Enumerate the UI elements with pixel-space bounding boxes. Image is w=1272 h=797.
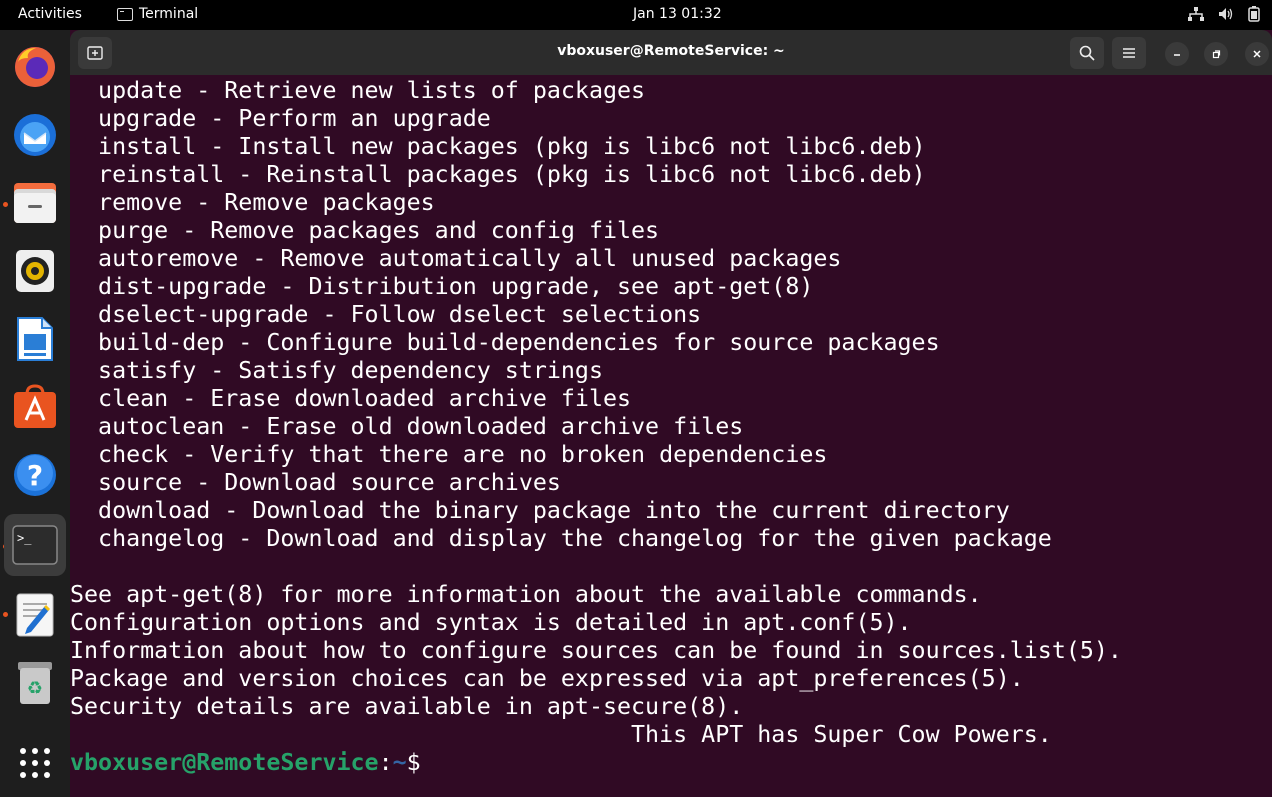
- svg-text:?: ?: [27, 459, 43, 492]
- shell-prompt[interactable]: vboxuser@RemoteService:~$: [70, 749, 1272, 777]
- hamburger-icon: [1123, 48, 1135, 58]
- terminal-line: reinstall - Reinstall packages (pkg is l…: [70, 161, 926, 188]
- terminal-line: dselect-upgrade - Follow dselect selecti…: [70, 301, 702, 328]
- terminal-line: See apt-get(8) for more information abou…: [70, 581, 982, 608]
- files-icon[interactable]: [10, 178, 60, 228]
- title-bar[interactable]: vboxuser@RemoteService: ~: [70, 30, 1272, 75]
- terminal-line: remove - Remove packages: [70, 189, 435, 216]
- terminal-line: build-dep - Configure build-dependencies…: [70, 329, 940, 356]
- prompt-user: vboxuser@RemoteService: [70, 749, 379, 776]
- app-menu[interactable]: Terminal: [117, 6, 198, 22]
- terminal-app-icon: [117, 7, 133, 21]
- terminal-line: source - Download source archives: [70, 469, 561, 496]
- maximize-button[interactable]: [1204, 42, 1228, 66]
- show-apps-icon[interactable]: [10, 738, 60, 788]
- terminal-dock-icon[interactable]: >_: [4, 514, 66, 576]
- system-tray[interactable]: [1188, 6, 1260, 26]
- prompt-path: ~: [392, 749, 407, 776]
- libreoffice-writer-icon[interactable]: [10, 314, 60, 364]
- terminal-line: changelog - Download and display the cha…: [70, 525, 1052, 552]
- text-editor-icon[interactable]: [10, 590, 60, 640]
- volume-icon[interactable]: [1218, 7, 1234, 25]
- terminal-line: Configuration options and syntax is deta…: [70, 609, 912, 636]
- dock: ? >_ ♻: [0, 30, 70, 797]
- battery-icon[interactable]: [1248, 6, 1260, 26]
- thunderbird-icon[interactable]: [10, 110, 60, 160]
- close-button[interactable]: [1245, 42, 1269, 66]
- search-icon: [1079, 45, 1095, 61]
- network-icon[interactable]: [1188, 7, 1204, 25]
- svg-text:♻: ♻: [27, 678, 43, 699]
- firefox-icon[interactable]: [10, 42, 60, 92]
- search-button[interactable]: [1070, 37, 1104, 69]
- terminal-line: check - Verify that there are no broken …: [70, 441, 828, 468]
- terminal-line: Information about how to configure sourc…: [70, 637, 1122, 664]
- svg-text:>_: >_: [17, 531, 32, 545]
- activities-button[interactable]: Activities: [18, 6, 82, 22]
- terminal-line: autoremove - Remove automatically all un…: [70, 245, 842, 272]
- terminal-line: Package and version choices can be expre…: [70, 665, 1024, 692]
- terminal-line: autoclean - Erase old downloaded archive…: [70, 413, 744, 440]
- help-icon[interactable]: ?: [10, 450, 60, 500]
- running-indicator: [3, 612, 8, 617]
- terminal-window: vboxuser@RemoteService: ~ update - Retri…: [70, 30, 1272, 797]
- menu-button[interactable]: [1112, 37, 1146, 69]
- prompt-separator: :: [378, 749, 393, 776]
- terminal-line: update - Retrieve new lists of packages: [70, 77, 646, 104]
- top-bar: Activities Terminal Jan 13 01:32: [0, 0, 1272, 30]
- rhythmbox-icon[interactable]: [10, 246, 60, 296]
- trash-icon[interactable]: ♻: [10, 658, 60, 708]
- clock[interactable]: Jan 13 01:32: [633, 6, 722, 22]
- terminal-line: dist-upgrade - Distribution upgrade, see…: [70, 273, 814, 300]
- app-center-icon[interactable]: [10, 382, 60, 432]
- terminal-line: purge - Remove packages and config files: [70, 217, 660, 244]
- terminal-line: install - Install new packages (pkg is l…: [70, 133, 926, 160]
- minimize-icon: [1174, 54, 1180, 56]
- terminal-line: clean - Erase downloaded archive files: [70, 385, 632, 412]
- terminal-line: This APT has Super Cow Powers.: [70, 721, 1052, 748]
- minimize-button[interactable]: [1165, 42, 1189, 66]
- prompt-symbol: $: [406, 749, 421, 776]
- app-menu-label: Terminal: [139, 6, 199, 22]
- terminal-line: Security details are available in apt-se…: [70, 693, 744, 720]
- terminal-line: satisfy - Satisfy dependency strings: [70, 357, 603, 384]
- running-indicator: [3, 202, 8, 207]
- close-icon: [1253, 50, 1261, 58]
- terminal-line: download - Download the binary package i…: [70, 497, 1010, 524]
- terminal-output[interactable]: update - Retrieve new lists of packages …: [70, 75, 1272, 797]
- restore-icon: [1212, 50, 1221, 59]
- terminal-line: upgrade - Perform an upgrade: [70, 105, 491, 132]
